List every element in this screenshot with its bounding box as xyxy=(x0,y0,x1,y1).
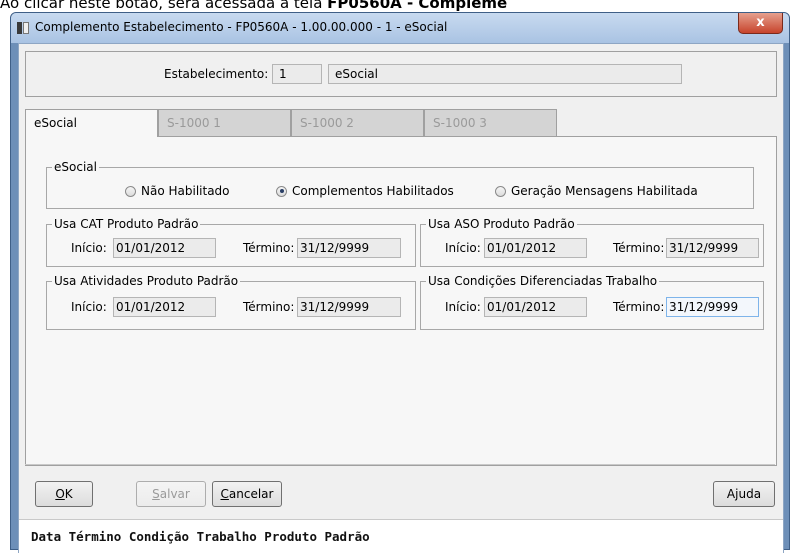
salvar-button[interactable]: Salvar xyxy=(136,481,206,507)
status-bar: Data Término Condição Trabalho Produto P… xyxy=(19,519,783,553)
ok-label: K xyxy=(64,487,73,501)
atividades-termino-field[interactable]: 31/12/9999 xyxy=(297,297,401,317)
group-aso-title: Usa ASO Produto Padrão xyxy=(426,217,577,231)
termino-label: Término: xyxy=(243,300,295,314)
button-bar-separator xyxy=(25,464,775,465)
inicio-label: Início: xyxy=(71,300,107,314)
establishment-header: Estabelecimento: 1 eSocial xyxy=(25,51,777,97)
aso-inicio-field[interactable]: 01/01/2012 xyxy=(484,238,587,258)
radio-label: Geração Mensagens Habilitada xyxy=(511,184,698,198)
cancelar-button[interactable]: Cancelar xyxy=(212,481,282,507)
group-condicoes: Usa Condições Diferenciadas Trabalho Iní… xyxy=(420,274,764,330)
inicio-label: Início: xyxy=(445,241,481,255)
radio-label: Não Habilitado xyxy=(141,184,230,198)
estab-label: Estabelecimento: xyxy=(164,67,269,81)
cat-inicio-field[interactable]: 01/01/2012 xyxy=(113,238,216,258)
dialog-client-area: Estabelecimento: 1 eSocial eSocial S-100… xyxy=(18,43,784,553)
group-condicoes-title: Usa Condições Diferenciadas Trabalho xyxy=(426,274,660,288)
atividades-inicio-field[interactable]: 01/01/2012 xyxy=(113,297,216,317)
group-atividades: Usa Atividades Produto Padrão Início: 01… xyxy=(46,274,416,330)
inicio-label: Início: xyxy=(445,300,481,314)
dialog-window: Complemento Estabelecimento - FP0560A - … xyxy=(10,12,790,553)
condicoes-inicio-field[interactable]: 01/01/2012 xyxy=(484,297,587,317)
radio-indicator-checked xyxy=(276,185,287,197)
esocial-group-title: eSocial xyxy=(52,160,99,174)
tab-s1000-3[interactable]: S-1000 3 xyxy=(424,109,557,136)
radio-nao-habilitado[interactable]: Não Habilitado xyxy=(125,184,230,198)
tab-s1000-1[interactable]: S-1000 1 xyxy=(158,109,291,136)
termino-label: Término: xyxy=(613,241,665,255)
tab-panel-esocial: eSocial Não Habilitado Complementos Habi… xyxy=(25,136,777,466)
group-atividades-title: Usa Atividades Produto Padrão xyxy=(52,274,241,288)
radio-indicator xyxy=(125,185,136,197)
background-caption-text: Ao clicar neste botão, será acessada a t… xyxy=(0,0,328,12)
title-bar[interactable]: Complemento Estabelecimento - FP0560A - … xyxy=(11,13,789,43)
status-text: Data Término Condição Trabalho Produto P… xyxy=(31,529,370,544)
ok-accel: O xyxy=(55,487,65,501)
radio-indicator xyxy=(495,185,506,197)
app-icon xyxy=(17,22,29,34)
radio-label: Complementos Habilitados xyxy=(292,184,454,198)
cat-termino-field[interactable]: 31/12/9999 xyxy=(297,238,401,258)
group-aso: Usa ASO Produto Padrão Início: 01/01/201… xyxy=(420,217,764,267)
window-title: Complemento Estabelecimento - FP0560A - … xyxy=(35,20,448,34)
ajuda-pre: A xyxy=(726,487,736,501)
esocial-radio-group: eSocial Não Habilitado Complementos Habi… xyxy=(46,160,754,209)
salvar-label: alvar xyxy=(159,487,190,501)
salvar-accel: S xyxy=(152,487,160,501)
termino-label: Término: xyxy=(613,300,665,314)
background-caption-bold: FP0560A - Compleme xyxy=(327,0,508,12)
group-cat: Usa CAT Produto Padrão Início: 01/01/201… xyxy=(46,217,416,267)
group-cat-title: Usa CAT Produto Padrão xyxy=(52,217,201,231)
radio-complementos-habilitados[interactable]: Complementos Habilitados xyxy=(276,184,454,198)
aso-termino-field[interactable]: 31/12/9999 xyxy=(666,238,759,258)
condicoes-termino-field[interactable]: 31/12/9999 xyxy=(666,297,759,317)
inicio-label: Início: xyxy=(71,241,107,255)
estab-name-field[interactable]: eSocial xyxy=(328,64,682,84)
ok-button[interactable]: OK xyxy=(35,481,93,507)
radio-geracao-mensagens[interactable]: Geração Mensagens Habilitada xyxy=(495,184,698,198)
close-button[interactable]: x xyxy=(738,13,783,34)
cancelar-accel: C xyxy=(220,487,229,501)
estab-code-field[interactable]: 1 xyxy=(272,64,322,84)
cancelar-label: ancelar xyxy=(228,487,274,501)
ajuda-label: uda xyxy=(738,487,762,501)
tab-bar: eSocial S-1000 1 S-1000 2 S-1000 3 xyxy=(25,109,775,137)
tab-esocial[interactable]: eSocial xyxy=(25,109,158,137)
termino-label: Término: xyxy=(243,241,295,255)
tab-s1000-2[interactable]: S-1000 2 xyxy=(291,109,424,136)
ajuda-button[interactable]: Ajuda xyxy=(713,481,775,507)
